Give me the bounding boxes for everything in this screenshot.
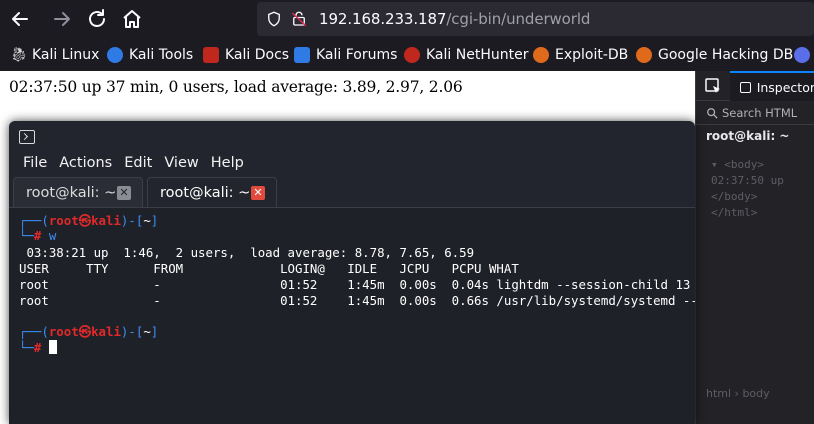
markup-line[interactable]: </body> (711, 189, 784, 205)
terminal-tab-1[interactable]: root@kali: ~ ✕ (13, 177, 143, 207)
back-button[interactable] (8, 7, 32, 31)
markup-tree: ▾ <body> 02:37:50 up </body> </html> (711, 157, 784, 221)
prompt-line: ┌──(root㉿kali)-[~] (19, 324, 159, 339)
bookmark-label: Kali Linux (32, 47, 100, 63)
bookmark-kali-nethunter[interactable]: Kali NetHunter (404, 45, 528, 65)
bookmark-label: Kali Forums (316, 47, 398, 63)
uptime-output: 02:37:50 up 37 min, 0 users, load averag… (9, 78, 463, 96)
home-icon (123, 10, 141, 28)
terminal-output[interactable]: ┌──(root㉿kali)-[~] └─# w 03:38:21 up 1:4… (9, 207, 695, 424)
terminal-tabbar: root@kali: ~ ✕ root@kali: ~ ✕ (9, 177, 695, 207)
devtools-tabbar: Inspector (696, 71, 814, 101)
arrow-left-icon (12, 12, 28, 26)
bookmark-label: Exploit-DB (555, 47, 629, 63)
url-path: /cgi-bin/underworld (446, 10, 591, 28)
prompt-symbol: ㉿ (78, 324, 92, 339)
devtools-panel: Inspector Search HTML root@kali: ~ ▾ <bo… (695, 71, 814, 424)
kali-tools-icon (107, 47, 123, 63)
arrow-right-icon (54, 12, 70, 26)
kali-docs-icon (203, 47, 219, 63)
prompt-dir: ~ (143, 213, 151, 228)
browser-toolbar: 192.168.233.187/cgi-bin/underworld (0, 0, 814, 38)
element-picker-icon[interactable] (704, 77, 722, 95)
bookmark-kali-forums[interactable]: Kali Forums (294, 45, 397, 65)
selected-node-label: root@kali: ~ (706, 129, 790, 143)
close-icon[interactable]: ✕ (251, 186, 265, 200)
prompt-hash: # (33, 340, 42, 355)
markup-line[interactable]: 02:37:50 up (711, 173, 784, 189)
w-summary: 03:38:21 up 1:46, 2 users, load average:… (19, 245, 475, 260)
bookmark-label: Kali Docs (225, 47, 290, 63)
terminal-titlebar[interactable] (9, 121, 695, 151)
inspector-tab-label: Inspector (756, 79, 814, 95)
bookmark-label: Google Hacking DB (658, 47, 794, 63)
close-icon[interactable]: ✕ (117, 186, 131, 200)
prompt-symbol: ㉿ (78, 213, 92, 228)
menu-edit[interactable]: Edit (120, 151, 160, 177)
menu-file[interactable]: File (19, 151, 55, 177)
tab-inspector[interactable]: Inspector (730, 71, 814, 101)
url-bar[interactable]: 192.168.233.187/cgi-bin/underworld (257, 2, 814, 36)
prompt-dir: ~ (143, 324, 151, 339)
markup-line[interactable]: </html> (711, 205, 784, 221)
reload-icon (89, 9, 105, 27)
w-row: root - 01:52 1:45m 0.00s 0.04s lightdm -… (19, 277, 695, 292)
url-host: 192.168.233.187 (319, 10, 447, 28)
bookmark-overflow[interactable] (794, 45, 810, 65)
terminal-window: File Actions Edit View Help root@kali: ~… (9, 121, 695, 424)
exploit-db-icon (533, 47, 549, 63)
bookmark-kali-linux[interactable]: 🐉︎ Kali Linux (10, 45, 99, 65)
terminal-tab-label: root@kali: ~ (160, 184, 251, 201)
prompt-user: root (48, 213, 79, 228)
bookmark-label: Kali Tools (129, 47, 194, 63)
ghdb-icon (636, 47, 652, 63)
markup-line[interactable]: ▾ <body> (711, 157, 784, 173)
forward-button[interactable] (50, 7, 74, 31)
command-text: w (48, 228, 57, 243)
bookmark-kali-tools[interactable]: Kali Tools (107, 45, 193, 65)
bookmark-ghdb[interactable]: Google Hacking DB (636, 45, 793, 65)
terminal-tab-2[interactable]: root@kali: ~ ✕ (147, 177, 277, 207)
insecure-lock-icon[interactable] (290, 10, 308, 28)
home-button[interactable] (120, 7, 144, 31)
prompt-host: kali (91, 324, 121, 339)
url-text: 192.168.233.187/cgi-bin/underworld (319, 10, 590, 28)
inspector-icon (740, 81, 751, 93)
bookmark-overflow-icon (794, 47, 810, 63)
bookmark-label: Kali NetHunter (426, 47, 529, 63)
nethunter-icon (404, 47, 420, 63)
search-placeholder: Search HTML (722, 105, 798, 120)
menu-help[interactable]: Help (207, 151, 252, 177)
bookmarks-bar: 🐉︎ Kali Linux Kali Tools Kali Docs Kali … (0, 38, 814, 71)
command-line: └─# (19, 340, 57, 355)
search-html-field[interactable]: Search HTML (696, 101, 814, 125)
breadcrumb[interactable]: html › body (706, 387, 770, 400)
prompt-host: kali (91, 213, 121, 228)
prompt-line: ┌──(root㉿kali)-[~] (19, 213, 159, 228)
terminal-cursor (48, 340, 57, 354)
w-header: USER TTY FROM LOGIN@ IDLE JCPU PCPU WHAT (19, 261, 519, 276)
menu-actions[interactable]: Actions (55, 151, 120, 177)
reload-button[interactable] (85, 7, 109, 31)
terminal-icon (19, 130, 35, 144)
bookmark-exploit-db[interactable]: Exploit-DB (533, 45, 628, 65)
terminal-tab-label: root@kali: ~ (26, 184, 117, 201)
w-row: root - 01:52 1:45m 0.00s 0.66s /usr/lib/… (19, 293, 695, 308)
shield-icon[interactable] (265, 10, 283, 28)
terminal-menubar: File Actions Edit View Help (9, 151, 695, 177)
bookmark-kali-docs[interactable]: Kali Docs (203, 45, 289, 65)
command-line: └─# w (19, 228, 57, 243)
kali-forums-icon (294, 47, 310, 63)
prompt-hash: # (33, 228, 42, 243)
menu-view[interactable]: View (160, 151, 206, 177)
search-icon (707, 107, 718, 119)
prompt-user: root (48, 324, 79, 339)
kali-dragon-icon: 🐉︎ (10, 47, 28, 63)
